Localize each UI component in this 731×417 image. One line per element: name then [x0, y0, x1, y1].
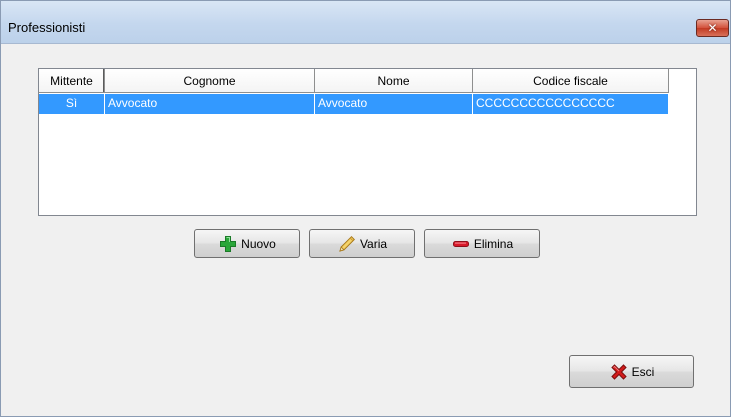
- esci-label: Esci: [631, 364, 655, 379]
- minus-icon: [451, 235, 471, 253]
- cell-mittente[interactable]: Sì: [39, 94, 105, 114]
- cell-cognome[interactable]: Avvocato: [105, 94, 315, 114]
- table-row[interactable]: Sì Avvocato Avvocato CCCCCCCCCCCCCCCC: [39, 94, 669, 114]
- elimina-button[interactable]: Elimina: [424, 229, 540, 258]
- elimina-label: Elimina: [473, 236, 514, 251]
- close-button[interactable]: ✕: [696, 19, 729, 37]
- cell-nome[interactable]: Avvocato: [315, 94, 473, 114]
- title-bar: Professionisti ✕: [1, 1, 730, 44]
- cell-codice-fiscale[interactable]: CCCCCCCCCCCCCCCC: [473, 94, 669, 114]
- varia-button[interactable]: Varia: [309, 229, 415, 258]
- table-header: Mittente Cognome Nome Codice fiscale: [39, 69, 669, 93]
- column-header-cognome[interactable]: Cognome: [105, 69, 315, 93]
- nuovo-label: Nuovo: [241, 236, 276, 251]
- column-header-mittente[interactable]: Mittente: [39, 69, 105, 93]
- professionisti-window: Professionisti ✕ Mittente Cognome Nome C…: [0, 0, 731, 417]
- close-icon: ✕: [707, 21, 718, 35]
- column-header-nome[interactable]: Nome: [315, 69, 473, 93]
- esci-button[interactable]: Esci: [569, 355, 694, 388]
- nuovo-button[interactable]: Nuovo: [194, 229, 300, 258]
- plus-icon: [218, 235, 238, 253]
- window-title: Professionisti: [8, 20, 86, 35]
- pencil-icon: [337, 235, 357, 253]
- varia-label: Varia: [359, 236, 388, 251]
- professionisti-table[interactable]: Mittente Cognome Nome Codice fiscale Sì …: [38, 68, 697, 216]
- column-header-codice-fiscale[interactable]: Codice fiscale: [473, 69, 669, 93]
- red-x-icon: [609, 363, 629, 381]
